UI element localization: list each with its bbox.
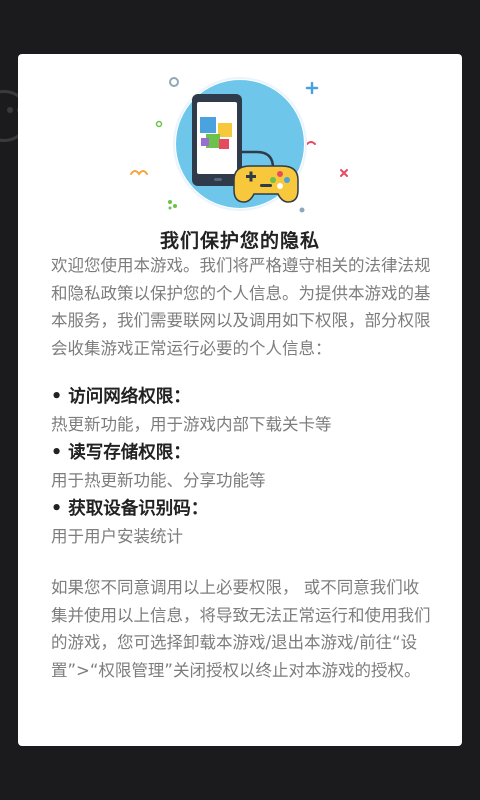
permission-storage: • 读写存储权限： 用于热更新功能、分享功能等	[51, 439, 431, 495]
screen: 我们保护您的隐私 欢迎您使用本游戏。我们将严格遵守相关的法律法规和隐私政策以保护…	[0, 0, 480, 800]
permission-description: 用于用户安装统计	[51, 527, 183, 546]
permission-list: • 访问网络权限： 热更新功能，用于游戏内部下载关卡等 • 读写存储权限： 用于…	[51, 383, 431, 551]
permission-device-id: • 获取设备识别码： 用于用户安装统计	[51, 495, 431, 551]
permission-title: • 读写存储权限：	[51, 443, 191, 463]
privacy-dialog: 我们保护您的隐私 欢迎您使用本游戏。我们将严格遵守相关的法律法规和隐私政策以保护…	[18, 54, 462, 746]
phone-gamepad-icon	[130, 77, 348, 213]
permission-title: • 访问网络权限：	[51, 387, 191, 407]
intro-paragraph: 欢迎您使用本游戏。我们将严格遵守相关的法律法规和隐私政策以保护您的个人信息。为提…	[51, 256, 431, 358]
dialog-content: 欢迎您使用本游戏。我们将严格遵守相关的法律法规和隐私政策以保护您的个人信息。为提…	[51, 252, 431, 684]
permission-description: 用于热更新功能、分享功能等	[51, 471, 266, 490]
permission-network: • 访问网络权限： 热更新功能，用于游戏内部下载关卡等	[51, 383, 431, 439]
permission-title: • 获取设备识别码：	[51, 499, 209, 519]
closing-paragraph: 如果您不同意调用以上必要权限， 或不同意我们收集并使用以上信息，将导致无法正常运…	[51, 578, 431, 680]
permission-description: 热更新功能，用于游戏内部下载关卡等	[51, 415, 332, 434]
dialog-title: 我们保护您的隐私	[159, 230, 320, 252]
